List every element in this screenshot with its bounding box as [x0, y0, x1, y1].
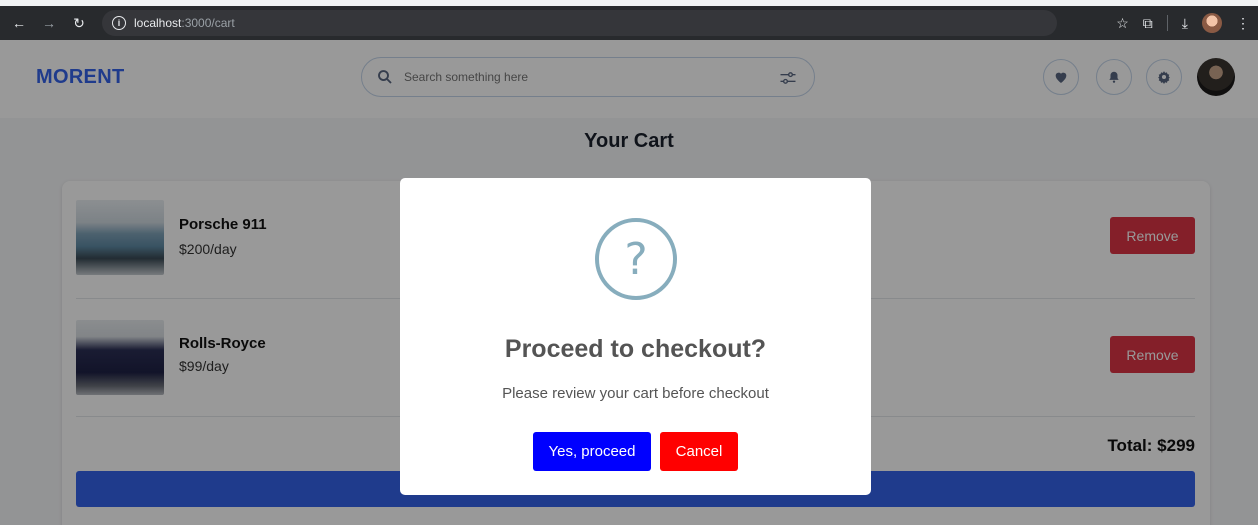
download-icon[interactable]: ⤓	[1182, 15, 1188, 32]
profile-avatar-icon[interactable]	[1202, 13, 1222, 33]
browser-chrome: ← → ↻ i localhost:3000/cart ☆ ⧉ ⤓ ⋮	[0, 0, 1258, 40]
more-menu-icon[interactable]: ⋮	[1236, 15, 1250, 32]
extensions-icon[interactable]: ⧉	[1143, 15, 1153, 32]
dialog-actions: Yes, proceed Cancel	[400, 432, 871, 471]
reload-icon[interactable]: ↻	[68, 12, 90, 34]
confirm-button[interactable]: Yes, proceed	[533, 432, 651, 471]
browser-actions: ☆ ⧉ ⤓ ⋮	[1116, 6, 1250, 40]
back-arrow-icon[interactable]: ←	[8, 12, 30, 34]
site-info-icon[interactable]: i	[112, 16, 126, 30]
confirm-dialog: ? Proceed to checkout? Please review you…	[400, 178, 871, 495]
forward-arrow-icon[interactable]: →	[38, 12, 60, 34]
dialog-message: Please review your cart before checkout	[502, 385, 769, 402]
toolbar-divider	[1166, 15, 1168, 31]
cancel-button[interactable]: Cancel	[660, 432, 738, 471]
browser-toolbar: ← → ↻ i localhost:3000/cart ☆ ⧉ ⤓ ⋮	[0, 6, 1258, 40]
url-host: localhost	[134, 16, 182, 30]
bookmark-star-icon[interactable]: ☆	[1116, 15, 1129, 32]
address-bar[interactable]: i localhost:3000/cart	[102, 10, 1057, 36]
question-icon: ?	[595, 218, 677, 300]
url-path: :3000/cart	[181, 16, 235, 30]
dialog-title: Proceed to checkout?	[504, 335, 767, 363]
